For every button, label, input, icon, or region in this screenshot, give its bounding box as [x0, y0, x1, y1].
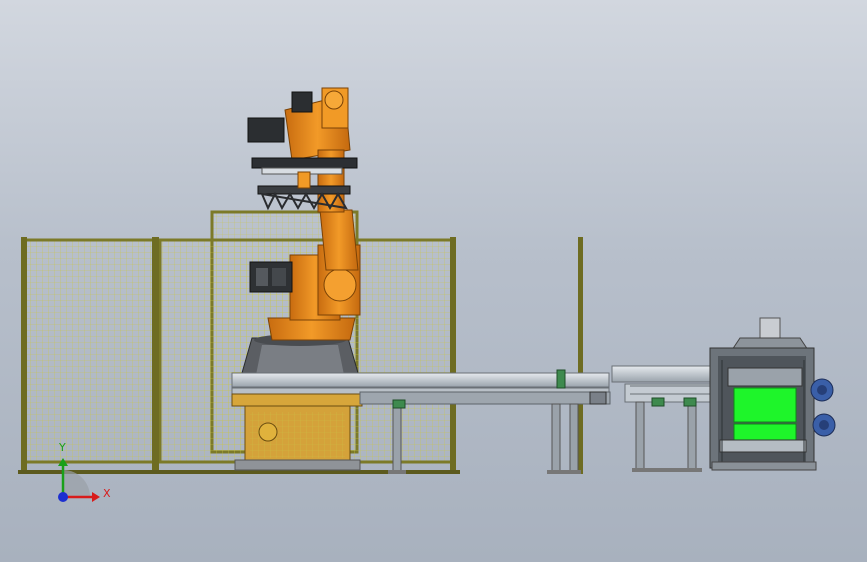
conveyor-leg [392, 403, 402, 473]
cad-viewport[interactable]: X Y [0, 0, 867, 562]
robot-pedestal [234, 404, 361, 471]
axis-motor-icon [249, 261, 293, 293]
fence-post [152, 237, 159, 474]
fence-post [21, 237, 27, 474]
y-axis-label: Y [59, 441, 66, 454]
conveyor-leg [687, 401, 697, 471]
z-axis-dot-icon [58, 492, 68, 502]
sensor-icon [683, 397, 697, 407]
coordinate-triad [58, 458, 100, 502]
wrapping-machine[interactable] [709, 317, 836, 471]
sensor-icon [589, 391, 607, 405]
transfer-conveyor[interactable] [611, 365, 716, 472]
product-carton [733, 387, 797, 423]
x-axis-label: X [103, 487, 111, 500]
sensor-icon [556, 369, 566, 389]
fence-post [450, 237, 456, 474]
conveyor-leg [569, 403, 579, 473]
drive-motor-icon [810, 378, 834, 402]
sensor-icon [392, 399, 406, 409]
assembly-drawing[interactable] [0, 0, 867, 562]
fence-post [578, 237, 583, 474]
robot-lower-arm [319, 209, 359, 271]
palletizing-robot[interactable] [234, 87, 361, 471]
drive-motor-icon [812, 413, 836, 437]
sensor-icon [651, 397, 665, 407]
conveyor-leg [635, 401, 645, 471]
conveyor-leg [551, 403, 561, 473]
fence-panel-left [22, 238, 156, 464]
product-carton [733, 423, 797, 441]
